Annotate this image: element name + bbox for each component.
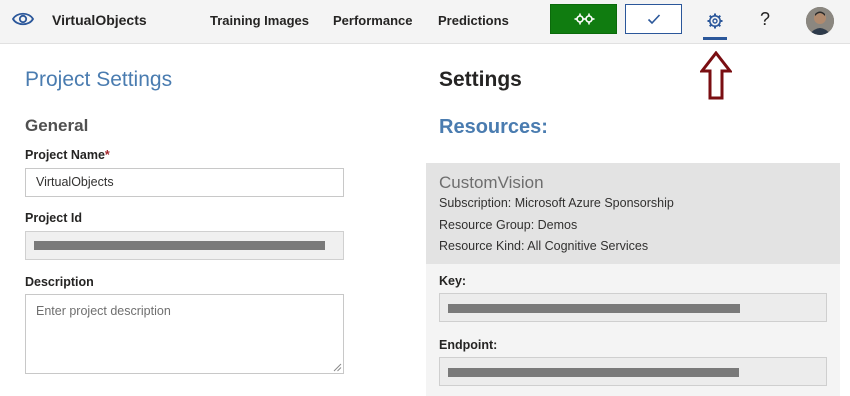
resource-group: Resource Group: Demos: [439, 218, 578, 232]
project-id-label: Project Id: [25, 211, 82, 225]
resize-grip-icon[interactable]: [333, 363, 342, 372]
redacted-endpoint: [448, 368, 739, 377]
key-label: Key:: [439, 274, 467, 288]
help-button[interactable]: ?: [757, 9, 773, 30]
quick-test-button[interactable]: [625, 4, 682, 34]
resources-heading: Resources:: [439, 116, 548, 138]
nav-performance[interactable]: Performance: [333, 13, 412, 28]
resource-card: CustomVision Subscription: Microsoft Azu…: [426, 163, 840, 264]
nav-predictions[interactable]: Predictions: [438, 13, 509, 28]
key-field[interactable]: [439, 293, 827, 322]
user-photo-icon: [806, 7, 834, 35]
redacted-key: [448, 304, 740, 313]
section-general-heading: General: [25, 116, 89, 135]
description-label: Description: [25, 275, 94, 289]
project-id-field[interactable]: [25, 231, 344, 260]
checkmark-icon: [647, 14, 660, 25]
top-bar: VirtualObjects Training Images Performan…: [0, 0, 850, 44]
resource-kind: Resource Kind: All Cognitive Services: [439, 239, 649, 253]
gear-icon: [707, 13, 723, 29]
project-name-input[interactable]: VirtualObjects: [25, 168, 344, 197]
annotation-arrow-icon: [700, 51, 732, 100]
train-button[interactable]: [550, 4, 617, 34]
endpoint-label: Endpoint:: [439, 338, 498, 352]
active-tab-indicator: [703, 37, 727, 40]
nav-training-images[interactable]: Training Images: [210, 13, 309, 28]
gears-icon: [574, 13, 594, 25]
resource-name: CustomVision: [439, 173, 544, 192]
app-title[interactable]: VirtualObjects: [52, 12, 147, 28]
endpoint-field[interactable]: [439, 357, 827, 386]
settings-title: Settings: [439, 68, 522, 91]
project-name-label: Project Name*: [25, 148, 110, 162]
description-textarea[interactable]: Enter project description: [25, 294, 344, 374]
avatar[interactable]: [806, 7, 834, 35]
eye-logo-icon: [11, 12, 35, 26]
resource-subscription: Subscription: Microsoft Azure Sponsorshi…: [439, 196, 674, 210]
page-title: Project Settings: [25, 68, 173, 91]
required-marker: *: [104, 148, 110, 162]
redacted-project-id: [34, 241, 325, 250]
